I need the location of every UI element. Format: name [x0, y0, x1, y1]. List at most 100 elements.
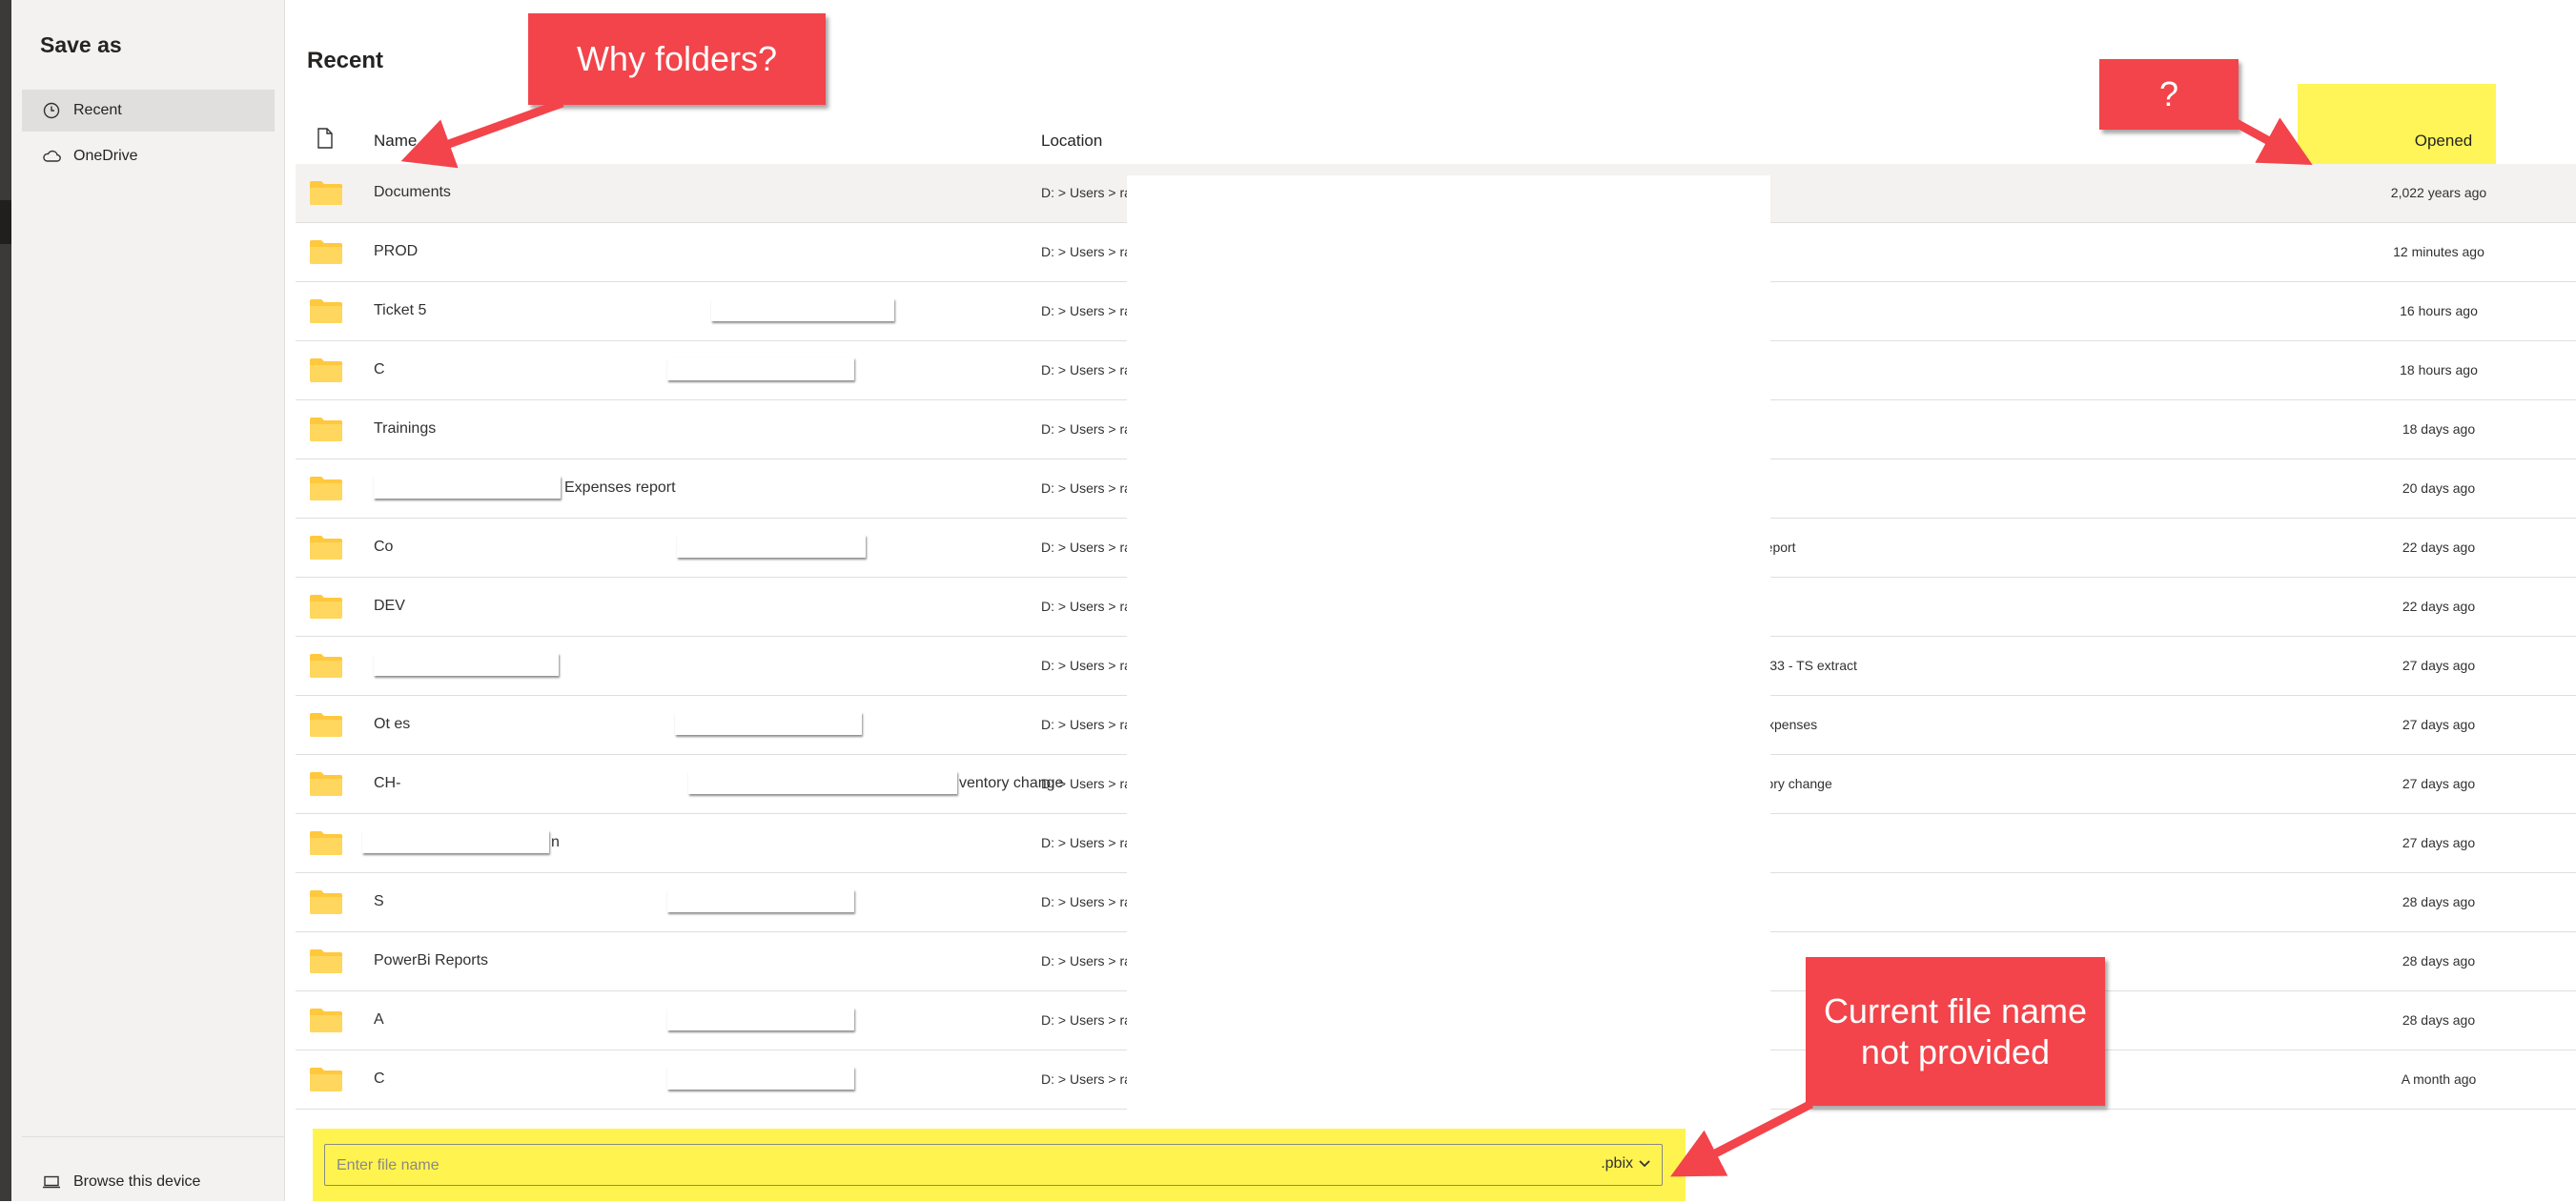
page-title: Recent — [307, 48, 384, 73]
row-opened: 12 minutes ago — [2393, 244, 2484, 259]
cloud-icon — [41, 146, 62, 167]
sidebar-item-onedrive[interactable]: OneDrive — [22, 135, 275, 177]
row-opened: 28 days ago — [2402, 1012, 2476, 1028]
folder-icon — [309, 297, 343, 329]
redaction-box — [711, 298, 894, 321]
callout-text-line1: Current file name — [1823, 990, 2088, 1030]
row-name: A — [374, 1011, 384, 1028]
clock-icon — [41, 100, 62, 121]
row-name: Ot es — [374, 716, 411, 732]
folder-icon — [309, 711, 343, 743]
folder-icon — [309, 888, 343, 920]
redaction-box — [374, 653, 559, 676]
filename-input[interactable] — [335, 1152, 1482, 1179]
row-name: Expenses report — [564, 479, 676, 496]
row-location: D: > Users > ra — [1041, 244, 1132, 259]
row-location: D: > Users > ra — [1041, 599, 1132, 614]
row-opened: 27 days ago — [2402, 835, 2476, 850]
sidebar-divider — [22, 1136, 285, 1137]
row-location: D: > Users > ra — [1041, 776, 1132, 791]
folder-icon — [309, 770, 343, 802]
row-opened: 28 days ago — [2402, 894, 2476, 909]
extension-dropdown[interactable]: .pbix — [1601, 1155, 1650, 1172]
row-location: D: > Users > ra — [1041, 421, 1132, 437]
row-name: S — [374, 893, 384, 909]
filename-field[interactable]: .pbix — [324, 1144, 1663, 1186]
redacted-location-area — [1127, 175, 1770, 1119]
row-name: PowerBi Reports — [374, 952, 489, 969]
folder-icon — [309, 652, 343, 683]
row-opened: 22 days ago — [2402, 599, 2476, 614]
row-location: D: > Users > ra — [1041, 185, 1132, 200]
row-opened: A month ago — [2401, 1071, 2477, 1087]
redaction-box — [374, 476, 561, 499]
redaction-box — [667, 357, 854, 380]
column-location-header[interactable]: Location — [1041, 132, 1102, 151]
folder-icon — [309, 357, 343, 388]
browse-device-button[interactable]: Browse this device — [22, 1161, 275, 1203]
folder-icon — [309, 179, 343, 211]
row-name: Ticket 5 — [374, 302, 427, 318]
laptop-icon — [41, 1172, 62, 1193]
folder-icon — [309, 948, 343, 979]
callout-text: Why folders? — [576, 39, 778, 79]
row-opened: 18 days ago — [2402, 421, 2476, 437]
row-location: D: > Users > ra — [1041, 835, 1132, 850]
folder-icon — [309, 475, 343, 506]
main-panel: Recent Name Location Opened Documents D: … — [284, 0, 2576, 1201]
row-opened: 16 hours ago — [2400, 303, 2478, 318]
row-location: D: > Users > ra — [1041, 303, 1132, 318]
sidebar-item-recent[interactable]: Recent — [22, 90, 275, 132]
row-opened: 27 days ago — [2402, 717, 2476, 732]
redaction-box — [667, 1008, 854, 1030]
row-location: D: > Users > ra — [1041, 1012, 1132, 1028]
column-name-header[interactable]: Name — [374, 132, 417, 151]
row-location: D: > Users > ra — [1041, 894, 1132, 909]
browse-device-label: Browse this device — [73, 1173, 201, 1190]
row-name: n — [551, 834, 560, 850]
callout-text: ? — [2158, 74, 2179, 114]
row-location: D: > Users > ra — [1041, 362, 1132, 377]
row-opened: 27 days ago — [2402, 776, 2476, 791]
row-opened: 27 days ago — [2402, 658, 2476, 673]
file-type-icon — [317, 128, 334, 153]
row-location: D: > Users > ra — [1041, 717, 1132, 732]
callout-text-line2: not provided — [1860, 1032, 2051, 1071]
row-opened: 22 days ago — [2402, 540, 2476, 555]
row-name: Documents — [374, 184, 451, 200]
row-name: CH- — [374, 775, 401, 791]
app-edge-mark — [0, 200, 11, 244]
row-location: D: > Users > ra — [1041, 480, 1132, 496]
row-opened: 20 days ago — [2402, 480, 2476, 496]
folder-icon — [309, 1007, 343, 1038]
row-location: D: > Users > ra — [1041, 540, 1132, 555]
folder-icon — [309, 534, 343, 565]
sidebar-item-label: Recent — [73, 102, 122, 118]
extension-label: .pbix — [1601, 1155, 1633, 1172]
folder-icon — [309, 593, 343, 624]
redaction-box — [362, 830, 549, 853]
row-opened: 2,022 years ago — [2390, 185, 2487, 200]
row-opened: 18 hours ago — [2400, 362, 2478, 377]
row-name: Co — [374, 539, 394, 555]
redaction-box — [677, 535, 866, 558]
redaction-box — [667, 889, 854, 912]
row-name: Trainings — [374, 420, 437, 437]
chevron-down-icon — [1639, 1160, 1650, 1168]
folder-icon — [309, 829, 343, 861]
callout-file-name: Current file name not provided — [1806, 957, 2105, 1106]
row-name: DEV — [374, 598, 405, 614]
column-opened-header[interactable]: Opened — [2372, 132, 2515, 151]
row-name: C — [374, 1070, 385, 1087]
redaction-box — [688, 771, 957, 794]
sidebar: Save as Recent OneDrive Browse this devi… — [11, 0, 285, 1201]
row-location: D: > Users > ra — [1041, 658, 1132, 673]
row-location: D: > Users > ra — [1041, 1071, 1132, 1087]
row-name: C — [374, 361, 385, 377]
callout-why-folders: Why folders? — [528, 13, 826, 105]
row-opened: 28 days ago — [2402, 953, 2476, 969]
row-location: D: > Users > ra — [1041, 953, 1132, 969]
folder-icon — [309, 1066, 343, 1097]
row-name: PROD — [374, 243, 419, 259]
app-edge — [0, 0, 11, 1201]
